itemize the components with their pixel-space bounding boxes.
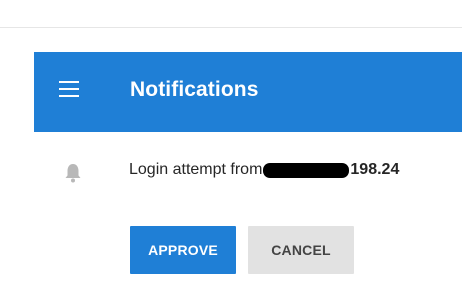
bell-icon	[65, 164, 81, 183]
notification-message: Login attempt from 198.24	[129, 161, 399, 179]
page-title: Notifications	[130, 78, 259, 101]
message-prefix: Login attempt from	[129, 161, 263, 178]
cancel-button[interactable]: CANCEL	[248, 226, 354, 274]
page: Notifications Login attempt from 198.24 …	[0, 0, 462, 289]
action-buttons: APPROVE CANCEL	[130, 226, 354, 274]
approve-button[interactable]: APPROVE	[130, 226, 236, 274]
app-bar: Notifications	[34, 52, 462, 132]
hamburger-menu-icon[interactable]	[59, 81, 79, 97]
redaction-block	[263, 162, 350, 178]
ip-address: 198.24	[350, 161, 400, 178]
top-divider	[0, 27, 462, 28]
notification-row: Login attempt from 198.24	[34, 151, 462, 191]
notification-card: Notifications Login attempt from 198.24 …	[34, 52, 462, 289]
